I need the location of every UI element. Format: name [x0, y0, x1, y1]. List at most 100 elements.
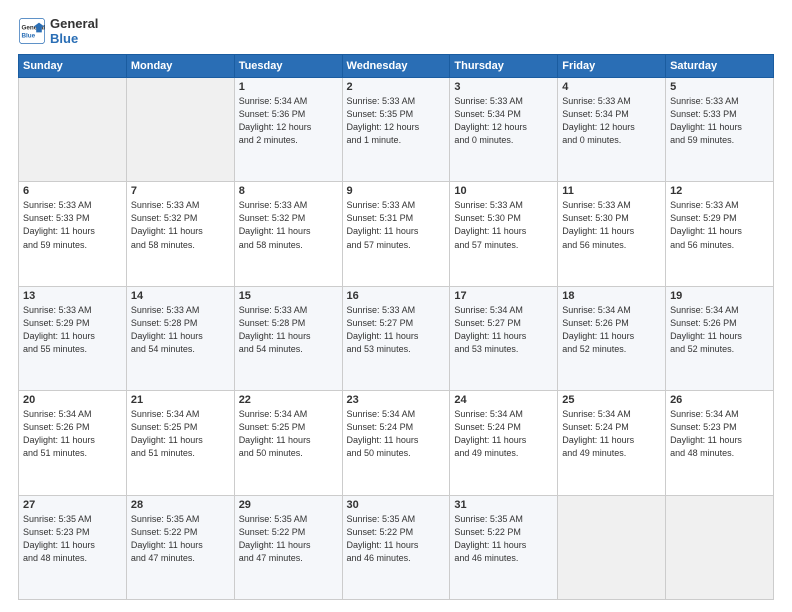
calendar-header-row: SundayMondayTuesdayWednesdayThursdayFrid…: [19, 55, 774, 78]
day-number: 21: [131, 394, 230, 406]
day-number: 23: [347, 394, 446, 406]
day-number: 27: [23, 499, 122, 511]
day-info: Sunrise: 5:34 AM Sunset: 5:26 PM Dayligh…: [562, 304, 661, 356]
day-number: 20: [23, 394, 122, 406]
col-header-sunday: Sunday: [19, 55, 127, 78]
calendar-cell: 28 Sunrise: 5:35 AM Sunset: 5:22 PM Dayli…: [126, 495, 234, 599]
day-info: Sunrise: 5:33 AM Sunset: 5:32 PM Dayligh…: [131, 199, 230, 251]
day-info: Sunrise: 5:34 AM Sunset: 5:24 PM Dayligh…: [347, 408, 446, 460]
col-header-friday: Friday: [558, 55, 666, 78]
day-number: 6: [23, 185, 122, 197]
day-info: Sunrise: 5:33 AM Sunset: 5:28 PM Dayligh…: [131, 304, 230, 356]
calendar-cell: [666, 495, 774, 599]
calendar-cell: 29 Sunrise: 5:35 AM Sunset: 5:22 PM Dayli…: [234, 495, 342, 599]
day-info: Sunrise: 5:34 AM Sunset: 5:27 PM Dayligh…: [454, 304, 553, 356]
calendar-page: General Blue General Blue SundayMondayTu…: [0, 0, 792, 612]
calendar-cell: 19 Sunrise: 5:34 AM Sunset: 5:26 PM Dayli…: [666, 286, 774, 390]
day-number: 30: [347, 499, 446, 511]
calendar-cell: 15 Sunrise: 5:33 AM Sunset: 5:28 PM Dayli…: [234, 286, 342, 390]
calendar-cell: [19, 78, 127, 182]
day-number: 1: [239, 81, 338, 93]
day-number: 25: [562, 394, 661, 406]
calendar-cell: 10 Sunrise: 5:33 AM Sunset: 5:30 PM Dayli…: [450, 182, 558, 286]
calendar-week-4: 20 Sunrise: 5:34 AM Sunset: 5:26 PM Dayli…: [19, 391, 774, 495]
col-header-wednesday: Wednesday: [342, 55, 450, 78]
day-info: Sunrise: 5:33 AM Sunset: 5:33 PM Dayligh…: [23, 199, 122, 251]
day-info: Sunrise: 5:34 AM Sunset: 5:25 PM Dayligh…: [131, 408, 230, 460]
day-number: 16: [347, 290, 446, 302]
calendar-cell: 23 Sunrise: 5:34 AM Sunset: 5:24 PM Dayli…: [342, 391, 450, 495]
day-number: 19: [670, 290, 769, 302]
day-info: Sunrise: 5:33 AM Sunset: 5:34 PM Dayligh…: [562, 95, 661, 147]
day-info: Sunrise: 5:33 AM Sunset: 5:32 PM Dayligh…: [239, 199, 338, 251]
day-info: Sunrise: 5:35 AM Sunset: 5:22 PM Dayligh…: [454, 513, 553, 565]
calendar-cell: 31Sunrise: 5:35 AM Sunset: 5:22 PM Dayli…: [450, 495, 558, 599]
logo-icon: General Blue: [18, 17, 46, 45]
calendar-cell: 1 Sunrise: 5:34 AM Sunset: 5:36 PM Daylig…: [234, 78, 342, 182]
day-number: 3: [454, 81, 553, 93]
day-info: Sunrise: 5:34 AM Sunset: 5:24 PM Dayligh…: [454, 408, 553, 460]
calendar-cell: 5 Sunrise: 5:33 AM Sunset: 5:33 PM Daylig…: [666, 78, 774, 182]
calendar-cell: 9 Sunrise: 5:33 AM Sunset: 5:31 PM Daylig…: [342, 182, 450, 286]
day-number: 2: [347, 81, 446, 93]
svg-text:Blue: Blue: [22, 32, 36, 39]
calendar-cell: 25 Sunrise: 5:34 AM Sunset: 5:24 PM Dayli…: [558, 391, 666, 495]
col-header-saturday: Saturday: [666, 55, 774, 78]
day-number: 15: [239, 290, 338, 302]
calendar-cell: 18Sunrise: 5:34 AM Sunset: 5:26 PM Dayli…: [558, 286, 666, 390]
calendar-cell: [126, 78, 234, 182]
day-number: 4: [562, 81, 661, 93]
day-info: Sunrise: 5:34 AM Sunset: 5:25 PM Dayligh…: [239, 408, 338, 460]
day-info: Sunrise: 5:35 AM Sunset: 5:22 PM Dayligh…: [131, 513, 230, 565]
day-info: Sunrise: 5:34 AM Sunset: 5:26 PM Dayligh…: [670, 304, 769, 356]
day-number: 8: [239, 185, 338, 197]
calendar-cell: 16 Sunrise: 5:33 AM Sunset: 5:27 PM Dayli…: [342, 286, 450, 390]
day-number: 28: [131, 499, 230, 511]
day-number: 10: [454, 185, 553, 197]
calendar-cell: [558, 495, 666, 599]
calendar-cell: 12Sunrise: 5:33 AM Sunset: 5:29 PM Dayli…: [666, 182, 774, 286]
day-info: Sunrise: 5:33 AM Sunset: 5:29 PM Dayligh…: [23, 304, 122, 356]
day-number: 9: [347, 185, 446, 197]
col-header-thursday: Thursday: [450, 55, 558, 78]
header: General Blue General Blue: [18, 16, 774, 46]
calendar-week-2: 6 Sunrise: 5:33 AM Sunset: 5:33 PM Daylig…: [19, 182, 774, 286]
calendar-cell: 7 Sunrise: 5:33 AM Sunset: 5:32 PM Daylig…: [126, 182, 234, 286]
calendar-cell: 11 Sunrise: 5:33 AM Sunset: 5:30 PM Dayli…: [558, 182, 666, 286]
day-number: 11: [562, 185, 661, 197]
calendar-week-5: 27 Sunrise: 5:35 AM Sunset: 5:23 PM Dayli…: [19, 495, 774, 599]
day-info: Sunrise: 5:33 AM Sunset: 5:29 PM Dayligh…: [670, 199, 769, 251]
calendar-cell: 3 Sunrise: 5:33 AM Sunset: 5:34 PM Daylig…: [450, 78, 558, 182]
day-number: 29: [239, 499, 338, 511]
day-number: 5: [670, 81, 769, 93]
day-info: Sunrise: 5:33 AM Sunset: 5:30 PM Dayligh…: [454, 199, 553, 251]
day-info: Sunrise: 5:33 AM Sunset: 5:28 PM Dayligh…: [239, 304, 338, 356]
calendar-week-3: 13 Sunrise: 5:33 AM Sunset: 5:29 PM Dayli…: [19, 286, 774, 390]
day-info: Sunrise: 5:33 AM Sunset: 5:30 PM Dayligh…: [562, 199, 661, 251]
day-info: Sunrise: 5:35 AM Sunset: 5:22 PM Dayligh…: [347, 513, 446, 565]
day-info: Sunrise: 5:33 AM Sunset: 5:27 PM Dayligh…: [347, 304, 446, 356]
calendar-cell: 26 Sunrise: 5:34 AM Sunset: 5:23 PM Dayli…: [666, 391, 774, 495]
calendar-cell: 20 Sunrise: 5:34 AM Sunset: 5:26 PM Dayli…: [19, 391, 127, 495]
day-number: 13: [23, 290, 122, 302]
day-info: Sunrise: 5:34 AM Sunset: 5:23 PM Dayligh…: [670, 408, 769, 460]
day-info: Sunrise: 5:35 AM Sunset: 5:22 PM Dayligh…: [239, 513, 338, 565]
day-number: 14: [131, 290, 230, 302]
calendar-cell: 6 Sunrise: 5:33 AM Sunset: 5:33 PM Daylig…: [19, 182, 127, 286]
day-info: Sunrise: 5:35 AM Sunset: 5:23 PM Dayligh…: [23, 513, 122, 565]
day-info: Sunrise: 5:34 AM Sunset: 5:24 PM Dayligh…: [562, 408, 661, 460]
day-number: 7: [131, 185, 230, 197]
calendar-cell: 8 Sunrise: 5:33 AM Sunset: 5:32 PM Daylig…: [234, 182, 342, 286]
day-info: Sunrise: 5:34 AM Sunset: 5:36 PM Dayligh…: [239, 95, 338, 147]
day-number: 17: [454, 290, 553, 302]
calendar-cell: 22Sunrise: 5:34 AM Sunset: 5:25 PM Dayli…: [234, 391, 342, 495]
day-info: Sunrise: 5:34 AM Sunset: 5:26 PM Dayligh…: [23, 408, 122, 460]
calendar-cell: 14 Sunrise: 5:33 AM Sunset: 5:28 PM Dayli…: [126, 286, 234, 390]
day-number: 26: [670, 394, 769, 406]
calendar-cell: 2Sunrise: 5:33 AM Sunset: 5:35 PM Daylig…: [342, 78, 450, 182]
day-info: Sunrise: 5:33 AM Sunset: 5:33 PM Dayligh…: [670, 95, 769, 147]
day-info: Sunrise: 5:33 AM Sunset: 5:34 PM Dayligh…: [454, 95, 553, 147]
logo-text: General Blue: [50, 16, 98, 46]
day-info: Sunrise: 5:33 AM Sunset: 5:31 PM Dayligh…: [347, 199, 446, 251]
calendar-cell: 24Sunrise: 5:34 AM Sunset: 5:24 PM Dayli…: [450, 391, 558, 495]
